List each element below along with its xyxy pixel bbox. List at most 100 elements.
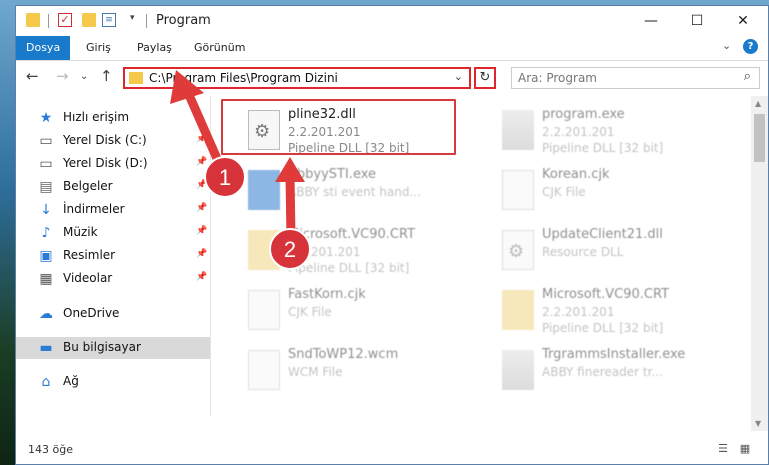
file-tile[interactable]: Microsoft.VC90.CRT 2.2.201.201 Pipeline …	[494, 284, 714, 340]
scroll-down-icon[interactable]: ▼	[755, 419, 761, 428]
forward-button[interactable]: →	[56, 67, 69, 85]
sidebar-item-disk-d[interactable]: ▭ Yerel Disk (D:) 📌	[16, 153, 210, 175]
pin-icon[interactable]: 📌	[196, 180, 207, 190]
download-icon: ↓	[40, 202, 52, 218]
details-view-icon[interactable]: ☰	[716, 442, 730, 456]
cloud-icon: ☁	[39, 306, 53, 322]
dll-file-icon: ⚙	[502, 230, 534, 270]
refresh-button[interactable]: ↻	[474, 67, 496, 89]
pictures-icon: ▣	[39, 248, 53, 264]
title-bar: ✓ ≡ ▾ Program — ☐ ✕	[16, 6, 768, 36]
address-bar[interactable]: C:\Program Files\Program Dizini ⌄	[123, 67, 471, 89]
quick-access-dropdown-icon[interactable]: ▾	[130, 13, 144, 27]
documents-icon: ▤	[39, 179, 53, 195]
new-folder-icon[interactable]	[82, 13, 96, 27]
window-title: Program	[156, 13, 211, 28]
file-tile[interactable]: Korean.cjk CJK File	[494, 164, 714, 220]
file-description: ABBY sti event hand...	[288, 185, 421, 199]
file-description: Pipeline DLL [32 bit]	[542, 321, 664, 335]
recent-locations-icon[interactable]: ⌄	[80, 71, 88, 82]
file-name: FastKorn.cjk	[288, 287, 366, 302]
pin-icon[interactable]: 📌	[196, 203, 207, 213]
network-icon: ⌂	[41, 374, 51, 390]
pin-icon[interactable]: 📌	[196, 249, 207, 259]
file-tile[interactable]: FastKorn.cjk CJK File	[240, 284, 460, 340]
file-description: CJK File	[288, 305, 332, 319]
address-dropdown-icon[interactable]: ⌄	[454, 70, 463, 83]
scrollbar-thumb[interactable]	[754, 114, 765, 162]
sidebar-item-this-pc[interactable]: ▬ Bu bilgisayar	[16, 337, 210, 359]
sidebar-item-label: OneDrive	[63, 306, 120, 320]
pin-icon[interactable]: 📌	[196, 272, 207, 282]
ribbon: Dosya Giriş Paylaş Görünüm ⌄ ?	[16, 36, 768, 61]
star-icon: ★	[39, 110, 53, 126]
sidebar-item-network[interactable]: ⌂ Ağ	[16, 371, 210, 393]
folder-icon[interactable]	[26, 13, 40, 27]
file-tile[interactable]: ⚙ UpdateClient21.dll Resource DLL	[494, 224, 714, 280]
tab-share[interactable]: Paylaş	[127, 36, 182, 60]
sidebar-item-videos[interactable]: ▦ Videolar 📌	[16, 268, 210, 290]
file-name: program.exe	[542, 107, 625, 122]
pane-divider[interactable]	[210, 96, 211, 416]
back-button[interactable]: ←	[26, 67, 39, 85]
sidebar-item-label: Yerel Disk (D:)	[63, 156, 148, 170]
sidebar-item-label: Yerel Disk (C:)	[63, 133, 147, 147]
pin-icon[interactable]: 📌	[196, 226, 207, 236]
file-name: SndToWP12.wcm	[288, 347, 399, 362]
tab-home[interactable]: Giriş	[76, 36, 121, 60]
file-version: 2.2.201.201	[542, 125, 615, 139]
separator	[146, 14, 147, 28]
search-input[interactable]: Ara: Program ⌕	[511, 67, 760, 89]
exe-file-icon	[502, 110, 534, 150]
sidebar-item-documents[interactable]: ▤ Belgeler 📌	[16, 176, 210, 198]
tab-view[interactable]: Görünüm	[184, 36, 255, 60]
sidebar-item-label: İndirmeler	[63, 202, 125, 216]
file-tile[interactable]: AbbyySTI.exe ABBY sti event hand...	[240, 164, 460, 220]
close-button[interactable]: ✕	[720, 6, 766, 36]
pin-icon[interactable]: 📌	[196, 157, 207, 167]
file-name: TrgrammsInstaller.exe	[542, 347, 686, 362]
highlight-box	[221, 99, 456, 155]
sidebar-item-label: Belgeler	[63, 179, 113, 193]
sidebar-item-onedrive[interactable]: ☁ OneDrive	[16, 303, 210, 325]
scroll-up-icon[interactable]: ▲	[755, 99, 761, 108]
sidebar-item-disk-c[interactable]: ▭ Yerel Disk (C:) 📌	[16, 130, 210, 152]
vertical-scrollbar[interactable]: ▲ ▼	[751, 96, 768, 431]
file-description: WCM File	[288, 365, 343, 379]
file-name: Microsoft.VC90.CRT	[288, 227, 416, 242]
file-icon	[248, 350, 280, 390]
sidebar-item-label: Resimler	[63, 248, 116, 262]
minimize-button[interactable]: —	[628, 6, 674, 36]
file-name: Korean.cjk	[542, 167, 610, 182]
file-icon	[248, 290, 280, 330]
search-placeholder: Ara: Program	[518, 71, 597, 85]
large-icons-view-icon[interactable]: ▦	[738, 442, 752, 456]
file-icon	[502, 170, 534, 210]
properties-check-icon[interactable]: ✓	[58, 13, 72, 27]
sidebar-item-label: Hızlı erişim	[63, 110, 130, 124]
file-description: Pipeline DLL [32 bit]	[542, 141, 664, 155]
up-button[interactable]: ↑	[100, 67, 113, 85]
help-icon[interactable]: ?	[743, 39, 758, 54]
sidebar-item-pictures[interactable]: ▣ Resimler 📌	[16, 245, 210, 267]
sidebar-item-downloads[interactable]: ↓ İndirmeler 📌	[16, 199, 210, 221]
exe-file-icon	[502, 350, 534, 390]
file-tile[interactable]: TrgrammsInstaller.exe ABBY finereader tr…	[494, 344, 714, 400]
sidebar-item-label: Bu bilgisayar	[63, 340, 141, 354]
search-icon[interactable]: ⌕	[744, 69, 751, 84]
customize-icon[interactable]: ≡	[102, 13, 116, 27]
file-tile[interactable]: program.exe 2.2.201.201 Pipeline DLL [32…	[494, 104, 714, 160]
computer-icon: ▬	[39, 340, 53, 356]
sidebar-item-quick-access[interactable]: ★ Hızlı erişim	[16, 107, 210, 129]
sidebar-item-music[interactable]: ♪ Müzik 📌	[16, 222, 210, 244]
tab-file[interactable]: Dosya	[16, 36, 71, 60]
pin-icon[interactable]: 📌	[196, 134, 207, 144]
file-tile[interactable]: SndToWP12.wcm WCM File	[240, 344, 460, 400]
status-bar: 143 öğe ☰ ▦	[16, 436, 768, 464]
file-version: 2.2.201.201	[542, 305, 615, 319]
expand-ribbon-icon[interactable]: ⌄	[722, 39, 731, 52]
address-path[interactable]: C:\Program Files\Program Dizini	[149, 71, 338, 85]
maximize-button[interactable]: ☐	[674, 6, 720, 36]
file-tile[interactable]: Microsoft.VC90.CRT 2.2.201.201 Pipeline …	[240, 224, 460, 280]
music-icon: ♪	[41, 225, 51, 241]
